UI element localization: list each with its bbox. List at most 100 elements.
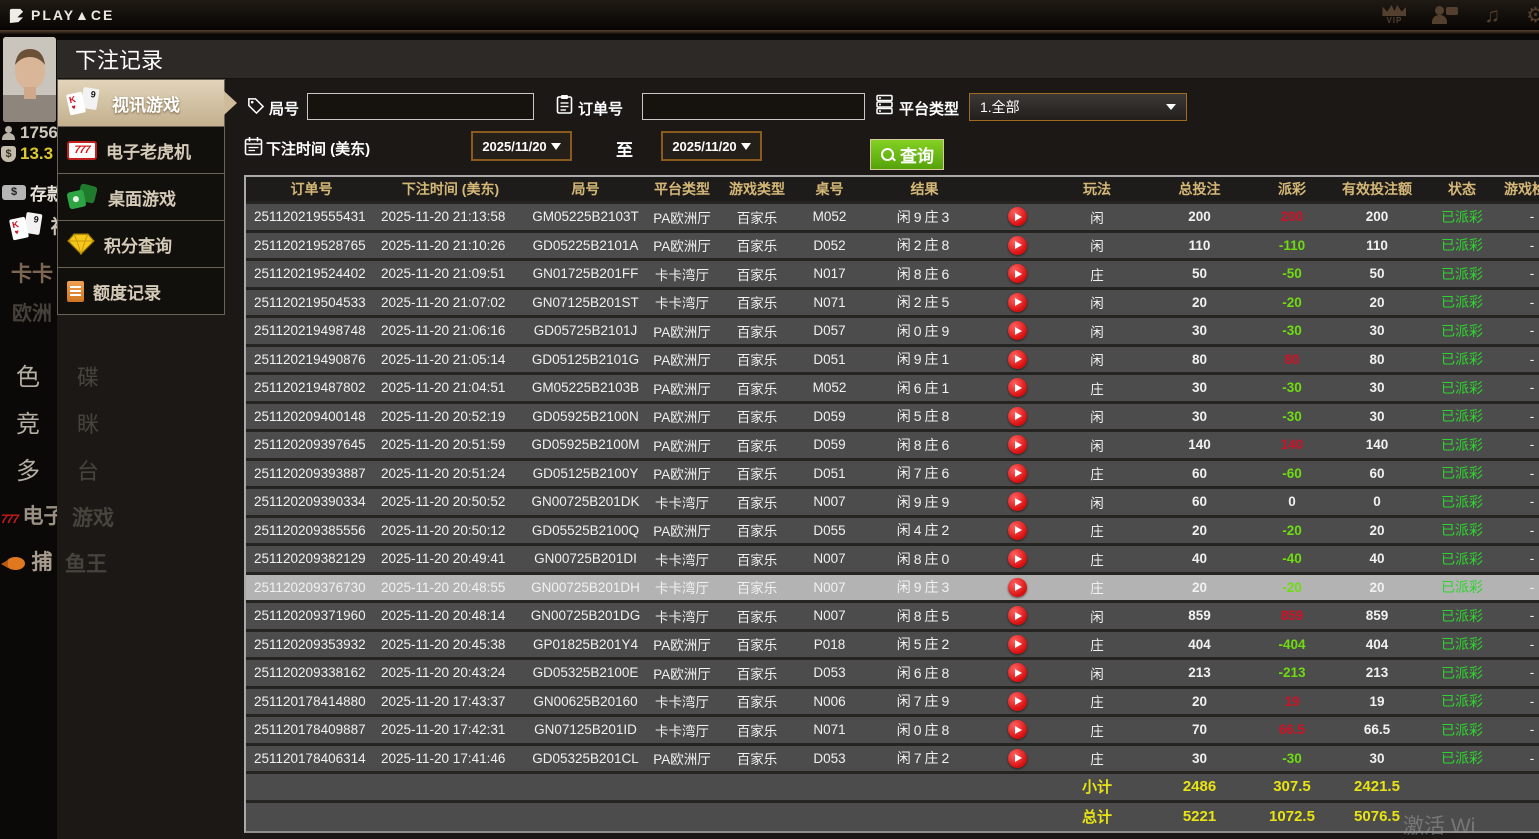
replay-play-button[interactable] [1007,520,1027,540]
replay-play-button[interactable] [1007,292,1027,312]
table-row[interactable]: 251120219528765 2025-11-20 21:10:26 GD0522… [246,232,1539,261]
table-row[interactable]: 251120209390334 2025-11-20 20:50:52 GN0072… [246,489,1539,518]
music-icon[interactable]: ♫ [1484,5,1500,26]
table-cell: 百家乐 [736,296,778,312]
table-row[interactable]: 251120219504533 2025-11-20 21:07:02 GN0712… [246,289,1539,318]
table-row[interactable]: 251120209353932 2025-11-20 20:45:38 GP0182… [246,631,1539,660]
replay-play-button[interactable] [1007,634,1027,654]
table-cell: 2025-11-20 21:09:51 [381,266,506,282]
replay-cell [987,746,1047,772]
table-cell: D051 [813,465,846,481]
table-cell: 百家乐 [736,381,778,397]
replay-play-button[interactable] [1007,235,1027,255]
table-cell [246,803,377,832]
replay-play-button[interactable] [1007,378,1027,398]
table-cell: 闲7庄2 [896,750,953,767]
replay-play-button[interactable] [1007,406,1027,426]
table-cell: 闲7庄9 [896,693,953,710]
table-row[interactable]: 251120178406314 2025-11-20 17:41:46 GD0532… [246,745,1539,774]
table-cell: 30 [1191,323,1208,339]
electronic-games-bg-tab[interactable]: 777 电子 [1,500,64,530]
table-cell: 140 [1280,437,1304,453]
table-row[interactable]: 251120209393887 2025-11-20 20:51:24 GD0512… [246,460,1539,489]
date-from-picker[interactable]: 2025/11/20 [471,131,572,161]
table-row[interactable]: 251120219498748 2025-11-20 21:06:16 GD0572… [246,318,1539,347]
replay-play-button[interactable] [1007,435,1027,455]
replay-play-button[interactable] [1007,463,1027,483]
platform-list-icon [876,94,893,115]
side-tab-1[interactable]: 色 [16,357,40,392]
table-row[interactable]: 251120209371960 2025-11-20 20:48:14 GN0072… [246,603,1539,632]
table-cell: PA欧洲厅 [653,638,711,654]
replay-play-button[interactable] [1007,264,1027,284]
table-row[interactable]: 251120209382129 2025-11-20 20:49:41 GN0072… [246,546,1539,575]
sidebar-item-slots[interactable]: 777 电子老虎机 [58,127,224,173]
grand-total-row: 总计 5221 1072.5 5076.5 [246,802,1539,832]
table-row[interactable]: 251120219524402 2025-11-20 21:09:51 GN0172… [246,261,1539,290]
table-cell: 庄 [1090,581,1104,597]
order-input[interactable] [642,93,865,120]
vip-icon[interactable]: VIP [1382,5,1407,25]
sidebar-item-table-games[interactable]: 桌面游戏 [58,174,224,220]
replay-play-button[interactable] [1007,321,1027,341]
table-row[interactable]: 251120209376730 2025-11-20 20:48:55 GN0072… [246,574,1539,603]
top-bar: PLAY▲CE VIP ♫ ⚙ [0,0,1539,30]
replay-play-button[interactable] [1007,492,1027,512]
table-cell: 闲5庄8 [896,408,953,425]
sidebar-item-video-games[interactable]: 9K 视讯游戏 [58,80,237,126]
fish-icon [1,556,27,572]
table-row[interactable]: 251120209397645 2025-11-20 20:51:59 GD0592… [246,432,1539,461]
replay-play-button[interactable] [1007,691,1027,711]
sidebar-item-points[interactable]: 积分查询 [58,221,224,267]
table-cell: GD05925B2100M [531,437,640,453]
table-cell [377,803,524,832]
table-row[interactable]: 251120209338162 2025-11-20 20:43:24 GD0532… [246,660,1539,689]
replay-play-button[interactable] [1007,549,1027,569]
replay-play-button[interactable] [1007,748,1027,768]
table-cell: -20 [1282,522,1302,538]
hall-tab-kaka[interactable]: 卡卡 [11,258,53,288]
table-cell: 251120209397645 [254,437,366,453]
table-cell: 庄 [1090,552,1104,568]
table-cell: 200 [1365,209,1389,225]
replay-play-button[interactable] [1007,577,1027,597]
hall-tab-europe[interactable]: 欧洲 [12,297,52,326]
replay-play-button[interactable] [1007,720,1027,740]
table-cell: 已派彩 [1441,436,1483,453]
table-cell: N017 [813,266,846,282]
fishing-bg-tab[interactable]: 捕 [1,546,52,577]
deposit-button[interactable]: $ 存款 [2,180,64,205]
page-title: 下注记录 [57,40,1539,79]
table-cell: - [1529,408,1535,424]
table-row[interactable]: 251120219487802 2025-11-20 21:04:51 GM0522… [246,375,1539,404]
chevron-down-icon [550,142,561,150]
date-to-picker[interactable]: 2025/11/20 [661,131,762,161]
table-row[interactable]: 251120178409887 2025-11-20 17:42:31 GN0712… [246,717,1539,746]
table-cell [647,774,717,800]
replay-play-button[interactable] [1007,663,1027,683]
table-cell: 百家乐 [736,581,778,597]
table-cell: 2421.5 [1354,778,1400,796]
avatar[interactable] [3,37,56,122]
table-row[interactable]: 251120219490876 2025-11-20 21:05:14 GD0512… [246,346,1539,375]
replay-play-button[interactable] [1007,207,1027,227]
table-cell: -30 [1282,408,1302,424]
table-cell: 总计 [1081,809,1112,827]
side-tab-2[interactable]: 竞 [16,404,40,439]
table-row[interactable]: 251120219555431 2025-11-20 21:13:58 GM0522… [246,204,1539,233]
side-tab-3[interactable]: 多 [16,451,40,486]
replay-play-button[interactable] [1007,349,1027,369]
settings-gear-icon[interactable]: ⚙ [1526,5,1539,26]
replay-play-button[interactable] [1007,606,1027,626]
sidebar-item-quota[interactable]: 额度记录 [58,268,224,314]
platform-select[interactable]: 1.全部 [969,93,1187,121]
replay-cell [987,489,1047,515]
round-input[interactable] [307,93,534,120]
bg-dim-label: 眯 [77,412,100,437]
table-cell: 庄 [1090,381,1104,397]
search-button[interactable]: 查询 [870,139,944,170]
support-icon[interactable] [1432,5,1459,25]
table-row[interactable]: 251120209400148 2025-11-20 20:52:19 GD0592… [246,403,1539,432]
table-row[interactable]: 251120209385556 2025-11-20 20:50:12 GD0552… [246,517,1539,546]
table-row[interactable]: 251120178414880 2025-11-20 17:43:37 GN0062… [246,688,1539,717]
